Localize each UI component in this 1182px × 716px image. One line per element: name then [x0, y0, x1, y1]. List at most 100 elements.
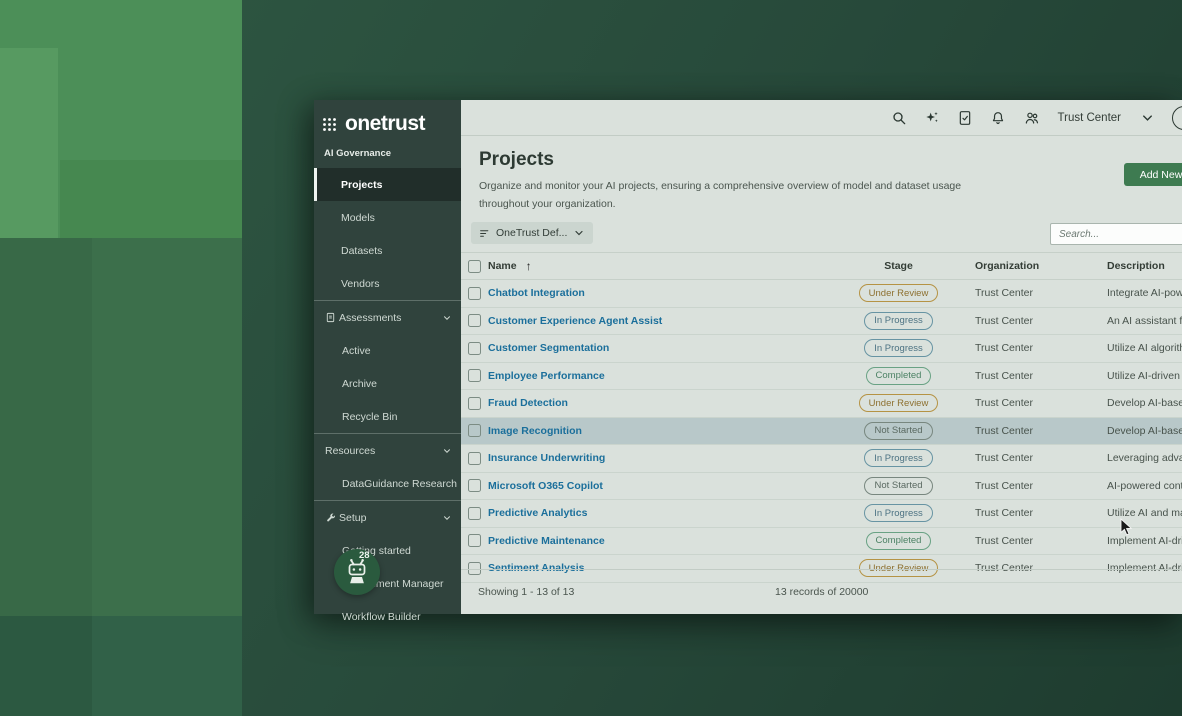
desktop: { "colors": { "accent_button": "#3e7b51"…	[0, 0, 1182, 716]
document-check-icon[interactable]	[957, 110, 973, 126]
status-badge: In Progress	[864, 339, 933, 357]
logo-row: onetrust	[314, 100, 461, 137]
row-checkbox[interactable]	[468, 369, 481, 382]
sidebar-item-active[interactable]: Active	[314, 334, 461, 367]
row-checkbox[interactable]	[468, 507, 481, 520]
chevron-down-icon[interactable]	[1140, 110, 1155, 126]
column-header-description[interactable]: Description	[1107, 260, 1182, 272]
project-link[interactable]: Customer Experience Agent Assist	[488, 315, 846, 327]
add-new-button[interactable]: Add New	[1124, 163, 1182, 186]
assistant-robot-button[interactable]	[334, 549, 380, 595]
ai-sparkles-icon[interactable]	[924, 110, 940, 126]
project-link[interactable]: Fraud Detection	[488, 397, 846, 409]
users-icon[interactable]	[1023, 110, 1041, 126]
bell-icon[interactable]	[990, 110, 1006, 126]
project-link[interactable]: Customer Segmentation	[488, 342, 846, 354]
sort-ascending-icon[interactable]: ↑	[526, 260, 532, 272]
project-link[interactable]: Chatbot Integration	[488, 287, 846, 299]
sidebar-item-datasets[interactable]: Datasets	[314, 234, 461, 267]
description-cell: Implement AI-drive	[1107, 535, 1182, 547]
sidebar-item-setup[interactable]: Setup	[314, 501, 461, 534]
account-name[interactable]: Trust Center	[1058, 112, 1121, 124]
status-badge: Completed	[866, 367, 932, 385]
organization-cell: Trust Center	[951, 315, 1107, 327]
table-toolbar: OneTrust Def...	[471, 222, 1182, 246]
organization-cell: Trust Center	[951, 507, 1107, 519]
chevron-down-icon	[442, 313, 452, 323]
sidebar-item-models[interactable]: Models	[314, 201, 461, 234]
organization-cell: Trust Center	[951, 397, 1107, 409]
description-cell: Develop AI-based i	[1107, 425, 1182, 437]
status-badge: Completed	[866, 532, 932, 550]
page-header: Projects Organize and monitor your AI pr…	[461, 136, 1182, 214]
table-row[interactable]: Predictive Maintenance Completed Trust C…	[461, 528, 1182, 556]
sidebar-item-vendors[interactable]: Vendors	[314, 267, 461, 300]
project-link[interactable]: Predictive Maintenance	[488, 535, 846, 547]
row-checkbox[interactable]	[468, 397, 481, 410]
background-block	[60, 160, 242, 238]
organization-cell: Trust Center	[951, 535, 1107, 547]
chevron-down-icon	[442, 446, 452, 456]
description-cell: Utilize AI algorithm	[1107, 342, 1182, 354]
table-row[interactable]: Fraud Detection Under Review Trust Cente…	[461, 390, 1182, 418]
sidebar-item-dataguidance-research[interactable]: DataGuidance Research	[314, 467, 461, 500]
sidebar-item-projects[interactable]: Projects	[314, 168, 461, 201]
description-cell: Leveraging advanc	[1107, 452, 1182, 464]
description-cell: AI-powered conten	[1107, 480, 1182, 492]
table-row[interactable]: Insurance Underwriting In Progress Trust…	[461, 445, 1182, 473]
table-row[interactable]: Predictive Analytics In Progress Trust C…	[461, 500, 1182, 528]
table-row[interactable]: Employee Performance Completed Trust Cen…	[461, 363, 1182, 391]
table-row[interactable]: Customer Segmentation In Progress Trust …	[461, 335, 1182, 363]
row-checkbox[interactable]	[468, 479, 481, 492]
row-checkbox[interactable]	[468, 287, 481, 300]
project-link[interactable]: Employee Performance	[488, 370, 846, 382]
sidebar-item-resources[interactable]: Resources	[314, 434, 461, 467]
search-icon[interactable]	[891, 110, 907, 126]
product-label: AI Governance	[314, 137, 461, 159]
status-badge: Under Review	[859, 284, 939, 302]
table-row[interactable]: Customer Experience Agent Assist In Prog…	[461, 308, 1182, 336]
table-row[interactable]: Microsoft O365 Copilot Not Started Trust…	[461, 473, 1182, 501]
app-launcher-icon[interactable]	[322, 117, 337, 132]
table-row-hovered[interactable]: Image Recognition Not Started Trust Cent…	[461, 418, 1182, 446]
table-row[interactable]: Chatbot Integration Under Review Trust C…	[461, 280, 1182, 308]
description-cell: Utilize AI and mach	[1107, 507, 1182, 519]
row-checkbox[interactable]	[468, 534, 481, 547]
background-block	[0, 238, 92, 616]
user-avatar[interactable]	[1172, 106, 1182, 130]
assistant-badge-count: 28	[359, 550, 370, 561]
view-selector-label: OneTrust Def...	[496, 227, 567, 239]
project-link[interactable]: Insurance Underwriting	[488, 452, 846, 464]
row-checkbox[interactable]	[468, 452, 481, 465]
project-link[interactable]: Image Recognition	[488, 425, 846, 437]
background-block	[0, 616, 92, 716]
project-link[interactable]: Microsoft O365 Copilot	[488, 480, 846, 492]
row-checkbox[interactable]	[468, 424, 481, 437]
select-all-checkbox[interactable]	[468, 260, 481, 273]
robot-icon	[342, 557, 372, 587]
row-checkbox[interactable]	[468, 314, 481, 327]
column-header-name[interactable]: Name	[488, 260, 517, 272]
topbar: Trust Center	[461, 100, 1182, 136]
sidebar-item-archive[interactable]: Archive	[314, 367, 461, 400]
organization-cell: Trust Center	[951, 480, 1107, 492]
main-panel: Trust Center Projects Organize and monit…	[461, 100, 1182, 614]
row-checkbox[interactable]	[468, 342, 481, 355]
description-cell: Develop AI-based f	[1107, 397, 1182, 409]
status-badge: In Progress	[864, 449, 933, 467]
search-input[interactable]	[1050, 223, 1182, 245]
column-header-stage[interactable]: Stage	[846, 260, 951, 272]
status-badge: Not Started	[864, 422, 932, 440]
background-block	[92, 238, 242, 616]
sidebar-item-recycle-bin[interactable]: Recycle Bin	[314, 400, 461, 433]
page-title: Projects	[479, 149, 1182, 171]
sidebar-item-workflow-builder[interactable]: Workflow Builder	[314, 600, 461, 633]
column-header-organization[interactable]: Organization	[951, 260, 1107, 272]
sidebar-item-assessments[interactable]: Assessments	[314, 301, 461, 334]
onetrust-logo: onetrust	[345, 112, 425, 136]
background-block	[92, 616, 242, 716]
organization-cell: Trust Center	[951, 287, 1107, 299]
project-link[interactable]: Predictive Analytics	[488, 507, 846, 519]
organization-cell: Trust Center	[951, 370, 1107, 382]
view-selector-dropdown[interactable]: OneTrust Def...	[471, 222, 593, 244]
